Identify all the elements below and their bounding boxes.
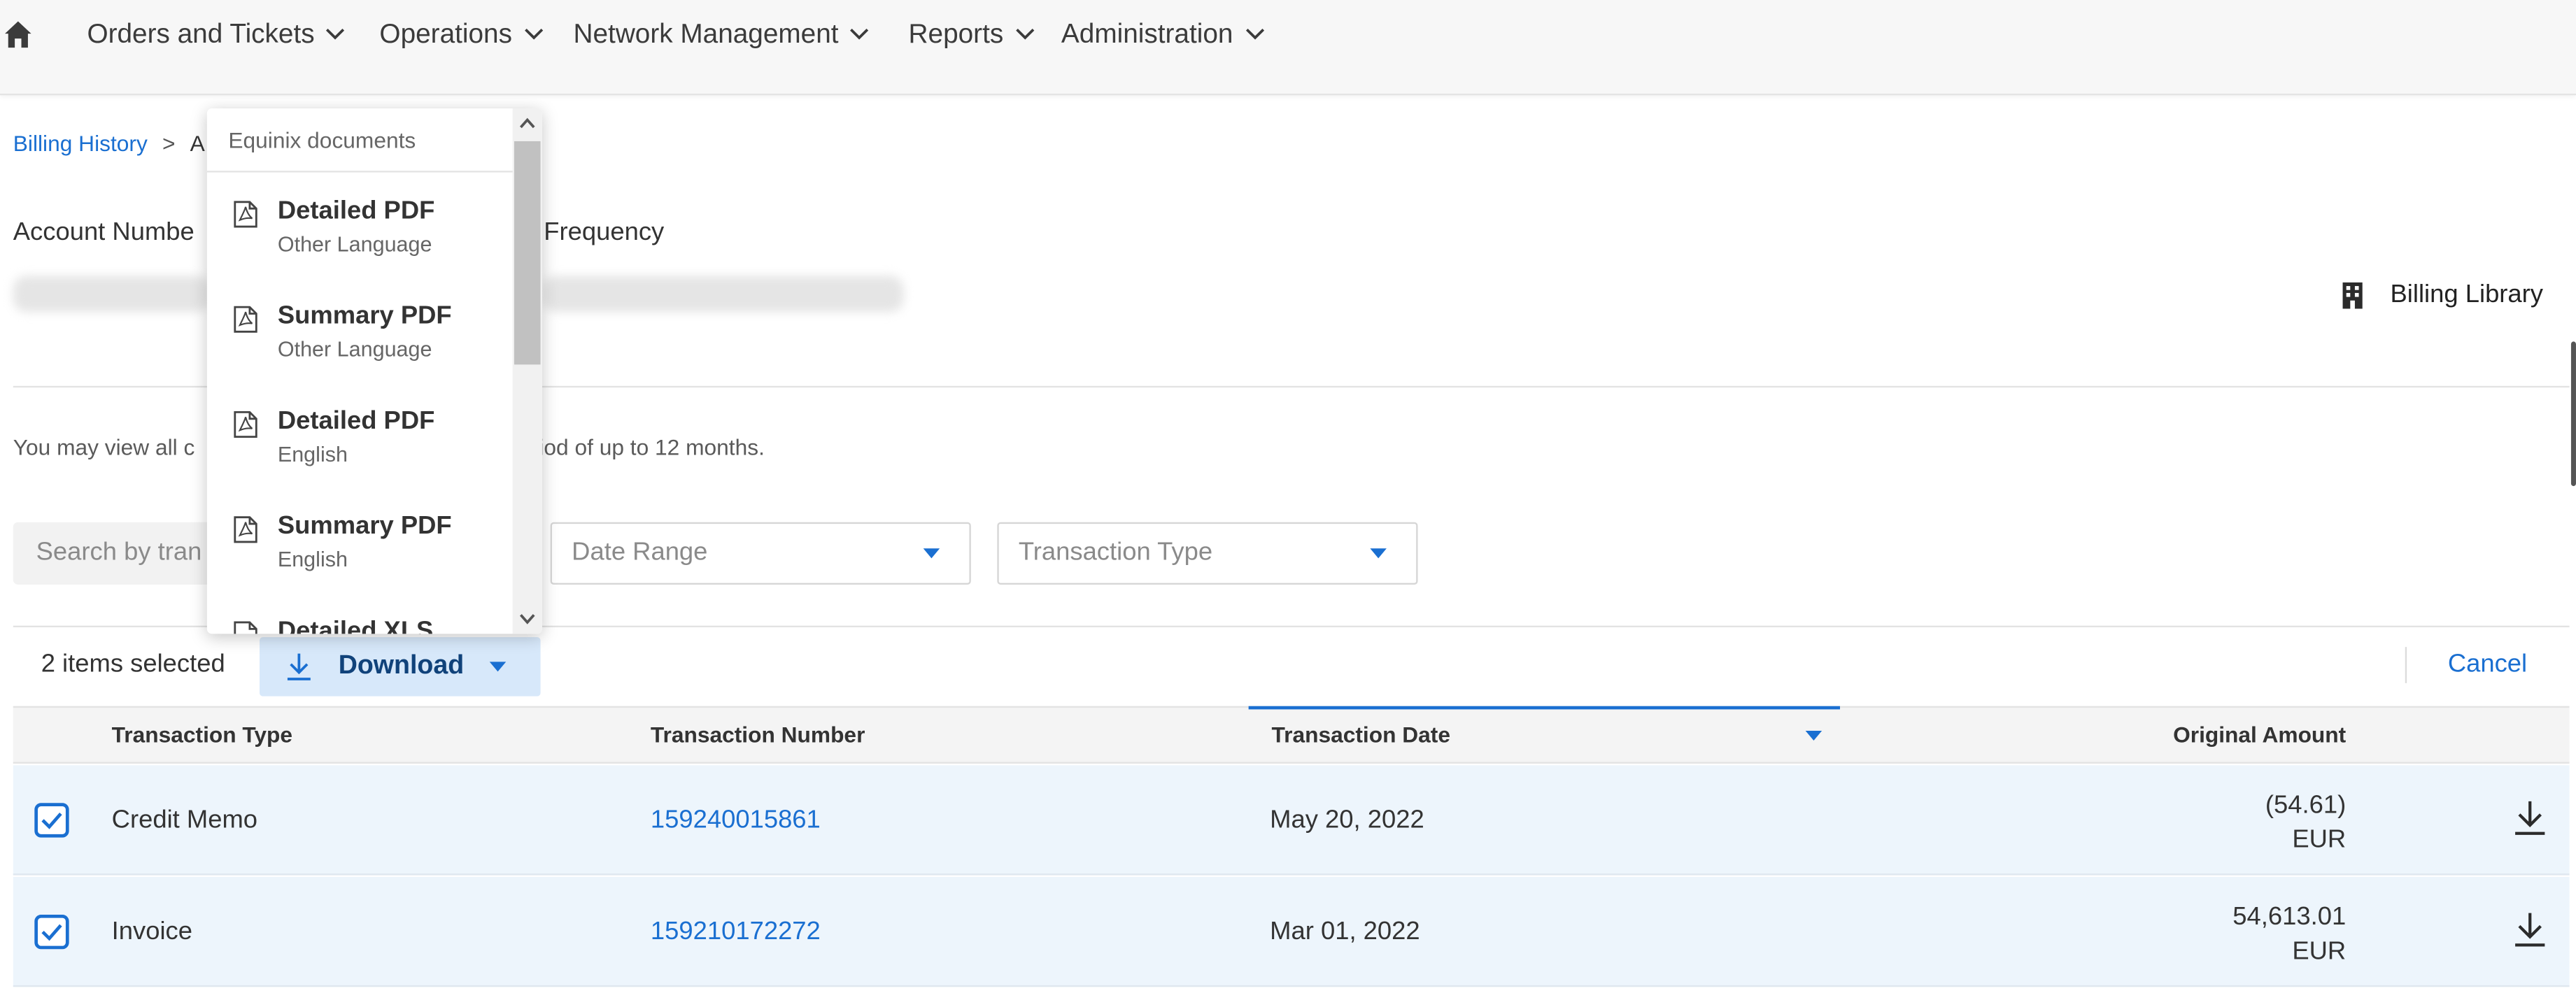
nav-operations[interactable]: Operations [379,16,543,52]
menu-item-title: Detailed PDF [277,407,435,436]
transaction-type-label: Transaction Type [1018,538,1213,567]
billing-library-link[interactable]: Billing Library [2341,281,2543,310]
page-scrollbar[interactable] [2570,341,2576,487]
scroll-up-icon[interactable] [519,117,535,130]
caret-down-icon[interactable] [490,662,507,672]
menu-item-subtitle: English [277,441,348,466]
nav-label: Administration [1061,19,1233,49]
sort-indicator [1248,706,1840,710]
amount-value: 54,613.01 [2232,903,2347,931]
xls-file-icon [234,621,257,634]
nav-label: Orders and Tickets [87,19,315,49]
pdf-file-icon [234,201,257,228]
menu-item-subtitle: Other Language [277,231,432,257]
amount-value: (54.61) [2265,791,2347,820]
chevron-down-icon [851,28,870,40]
original-amount-cell: (54.61) EUR [2265,788,2346,857]
pdf-file-icon [234,410,257,438]
download-label: Download [338,652,465,680]
menu-item-subtitle: Other Language [277,336,432,362]
top-nav: Orders and Tickets Operations Network Ma… [0,0,2576,96]
caret-down-icon [923,548,940,559]
transaction-type-cell: Invoice [111,917,193,946]
menu-item-title: Detailed XLS [277,617,434,634]
menu-item-detailed-pdf-english[interactable]: Detailed PDF English [207,404,513,503]
redacted-account-name [542,276,904,313]
amount-currency: EUR [2292,937,2347,966]
pdf-file-icon [234,516,257,543]
nav-label: Reports [908,19,1004,49]
transaction-number-link[interactable]: 159210172272 [651,918,821,948]
account-number-label: Account Numbe [13,218,194,247]
frequency-label: Frequency [544,218,665,247]
menu-divider [206,171,513,173]
column-header-original-amount[interactable]: Original Amount [2173,722,2346,747]
home-icon[interactable] [3,20,33,49]
row-checkbox[interactable] [34,914,69,950]
transaction-type-cell: Credit Memo [111,806,258,834]
menu-header: Equinix documents [228,128,416,153]
menu-item-title: Summary PDF [277,302,452,330]
download-menu: Equinix documents Detailed PDF Other Lan… [206,108,542,634]
nav-orders-and-tickets[interactable]: Orders and Tickets [87,16,346,52]
nav-label: Operations [379,19,512,49]
chevron-down-icon [327,28,346,40]
row-checkbox[interactable] [34,803,69,838]
separator [2405,647,2407,683]
column-header-transaction-date[interactable]: Transaction Date [1272,722,1450,747]
chevron-down-icon [1245,28,1264,40]
nav-reports[interactable]: Reports [909,16,1035,52]
sort-desc-icon[interactable] [1805,730,1823,741]
date-range-label: Date Range [572,538,708,567]
info-text-left: You may view all c [13,435,195,460]
download-icon[interactable] [2514,800,2547,836]
nav-administration[interactable]: Administration [1061,16,1264,52]
pdf-file-icon [234,306,257,333]
scroll-down-icon[interactable] [519,613,535,626]
cancel-button[interactable]: Cancel [2448,650,2527,680]
transaction-date-cell: May 20, 2022 [1270,806,1424,834]
date-range-select[interactable]: Date Range [550,522,971,585]
breadcrumb-current: A [190,131,205,157]
download-button[interactable]: Download [260,637,541,697]
building-icon [2342,282,2363,309]
selection-count: 2 items selected [41,650,225,678]
column-header-transaction-number[interactable]: Transaction Number [651,722,865,747]
menu-item-title: Summary PDF [277,512,452,541]
info-text-right: period of up to 12 months. [507,435,765,460]
menu-item-detailed-pdf-other-language[interactable]: Detailed PDF Other Language [207,194,513,292]
scrollbar-thumb[interactable] [514,141,541,365]
transaction-date-cell: Mar 01, 2022 [1270,917,1420,946]
transaction-number-link[interactable]: 159240015861 [651,806,821,836]
breadcrumb-billing-history[interactable]: Billing History [13,131,148,156]
transaction-type-select[interactable]: Transaction Type [997,522,1418,585]
nav-label: Network Management [573,19,839,49]
billing-library-label: Billing Library [2390,280,2544,309]
original-amount-cell: 54,613.01 EUR [2232,900,2346,969]
checkmark-icon [41,924,62,941]
menu-item-detailed-xls[interactable]: Detailed XLS [207,614,513,634]
menu-scrollbar[interactable] [512,108,542,634]
amount-currency: EUR [2292,826,2347,855]
checkmark-icon [41,812,62,829]
column-header-transaction-type[interactable]: Transaction Type [112,722,292,747]
menu-item-summary-pdf-other-language[interactable]: Summary PDF Other Language [207,299,513,397]
redacted-account-number [13,276,211,313]
chevron-down-icon [1015,28,1034,40]
breadcrumb-separator: > [162,131,176,157]
nav-network-management[interactable]: Network Management [574,16,870,52]
download-icon [287,653,311,680]
menu-item-subtitle: English [277,546,348,572]
caret-down-icon [1370,548,1387,559]
menu-item-title: Detailed PDF [277,197,435,225]
chevron-down-icon [524,28,543,40]
menu-item-summary-pdf-english[interactable]: Summary PDF English [207,509,513,608]
breadcrumb: Billing History > A [13,131,205,156]
download-icon[interactable] [2514,911,2547,948]
